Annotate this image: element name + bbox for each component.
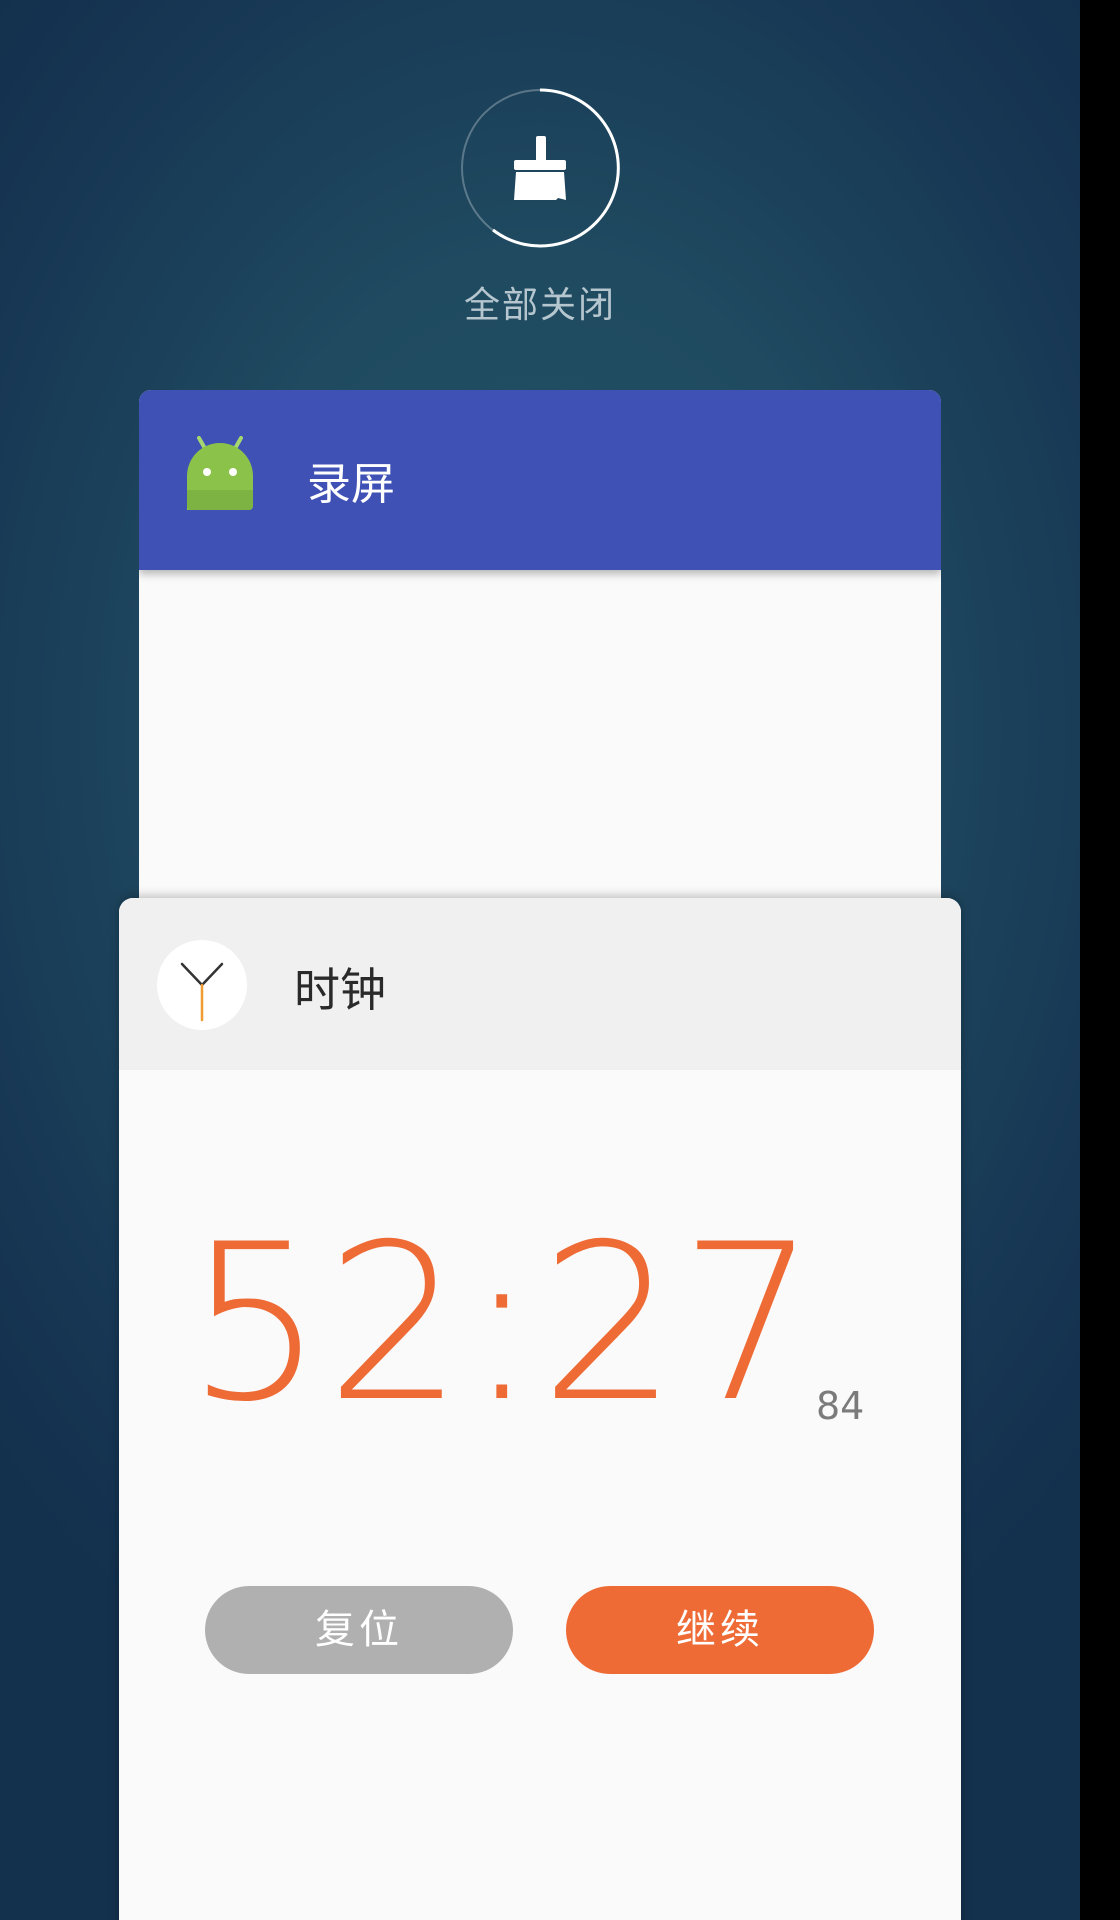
card-header: 录屏 [139, 390, 941, 570]
app-name: 录屏 [307, 459, 395, 510]
resume-button[interactable]: 继续 [566, 1586, 874, 1674]
stopwatch-hundredths: 84 [816, 1384, 865, 1428]
recent-app-card-clock[interactable]: 时钟 52:27 84 复位 继续 [119, 898, 961, 1920]
reset-button[interactable]: 复位 [205, 1586, 513, 1674]
broom-icon [514, 136, 566, 200]
android-icon [187, 436, 253, 510]
recent-app-card-screen-recorder[interactable]: 录屏 [139, 390, 941, 950]
close-all-button[interactable] [460, 88, 620, 248]
clock-icon [157, 940, 247, 1030]
recent-apps-screen: 全部关闭 录屏 时钟 52:27 84 复位 继续 [0, 0, 1080, 1920]
screen-edge [1080, 0, 1120, 1920]
close-all-label: 全部关闭 [463, 285, 616, 326]
card-header: 时钟 [119, 898, 961, 1070]
app-name: 时钟 [294, 963, 386, 1017]
stopwatch-time: 52:27 [186, 1198, 819, 1449]
